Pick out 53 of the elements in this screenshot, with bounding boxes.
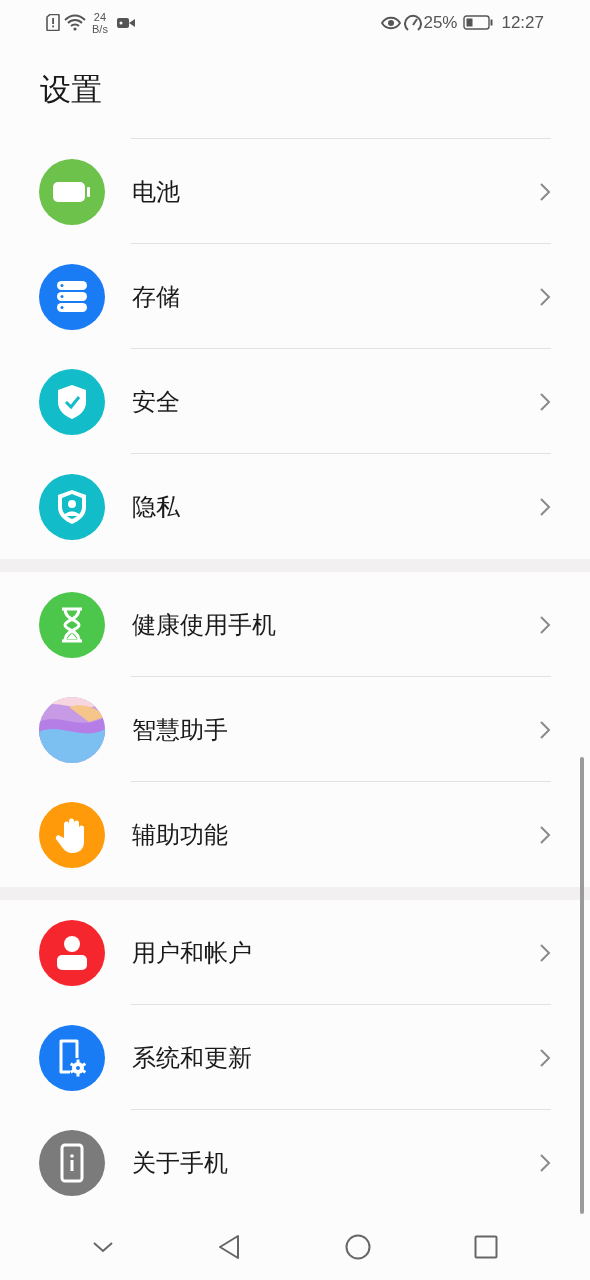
- settings-item[interactable]: 健康使用手机: [0, 572, 590, 677]
- chevron-right-icon: [539, 496, 551, 517]
- item-label: 安全: [132, 386, 181, 417]
- chevron-right-icon: [539, 1152, 551, 1173]
- recents-icon[interactable]: [474, 1235, 499, 1259]
- settings-item[interactable]: 安全: [0, 349, 590, 454]
- chevron-right-icon: [539, 719, 551, 740]
- item-label: 智慧助手: [132, 714, 229, 745]
- storage-icon: [56, 278, 88, 315]
- item-label: 辅助功能: [132, 819, 229, 850]
- settings-item[interactable]: 隐私: [0, 454, 590, 559]
- item-label: 隐私: [132, 491, 181, 522]
- item-label: 系统和更新: [132, 1042, 253, 1073]
- settings-item[interactable]: 用户和帐户: [0, 900, 590, 1005]
- settings-item[interactable]: 辅助功能: [0, 782, 590, 887]
- back-icon[interactable]: [217, 1234, 242, 1260]
- settings-item[interactable]: 系统和更新: [0, 1005, 590, 1110]
- chevron-right-icon: [539, 614, 551, 635]
- phone-gear-icon: [57, 1037, 87, 1078]
- phone-info-icon: [60, 1142, 84, 1183]
- chevron-down-icon[interactable]: [91, 1241, 114, 1253]
- battery-percent: 25%: [423, 11, 458, 34]
- chevron-right-icon: [539, 942, 551, 963]
- item-label: 健康使用手机: [132, 609, 277, 640]
- network-speed-unit: B/s: [92, 22, 108, 35]
- sim-alert-icon: [46, 14, 60, 31]
- settings-item[interactable]: 智慧助手: [0, 677, 590, 782]
- settings-item[interactable]: 存储: [0, 244, 590, 349]
- chevron-right-icon: [539, 286, 551, 307]
- clock: 12:27: [501, 11, 544, 34]
- battery-status-icon: [463, 15, 494, 30]
- settings-item[interactable]: 电池: [0, 139, 590, 244]
- battery-icon: [52, 179, 92, 204]
- settings-item[interactable]: 关于手机: [0, 1110, 590, 1215]
- chevron-right-icon: [539, 391, 551, 412]
- wifi-icon: [64, 14, 86, 31]
- item-label: 存储: [132, 281, 181, 312]
- network-speed-value: 24: [93, 10, 107, 23]
- chevron-right-icon: [539, 181, 551, 202]
- eye-icon: [381, 15, 402, 30]
- chevron-right-icon: [539, 824, 551, 845]
- hourglass-icon: [59, 605, 85, 644]
- home-icon[interactable]: [344, 1234, 371, 1260]
- user-icon: [55, 934, 89, 971]
- item-label: 关于手机: [132, 1147, 229, 1178]
- page-title: 设置: [40, 71, 103, 109]
- item-label: 用户和帐户: [132, 937, 253, 968]
- chevron-right-icon: [539, 1047, 551, 1068]
- video-camera-icon: [116, 16, 135, 29]
- item-label: 电池: [132, 176, 181, 207]
- shield-check-icon: [57, 383, 87, 420]
- shield-person-icon: [57, 488, 87, 525]
- speedometer-icon: [404, 13, 423, 32]
